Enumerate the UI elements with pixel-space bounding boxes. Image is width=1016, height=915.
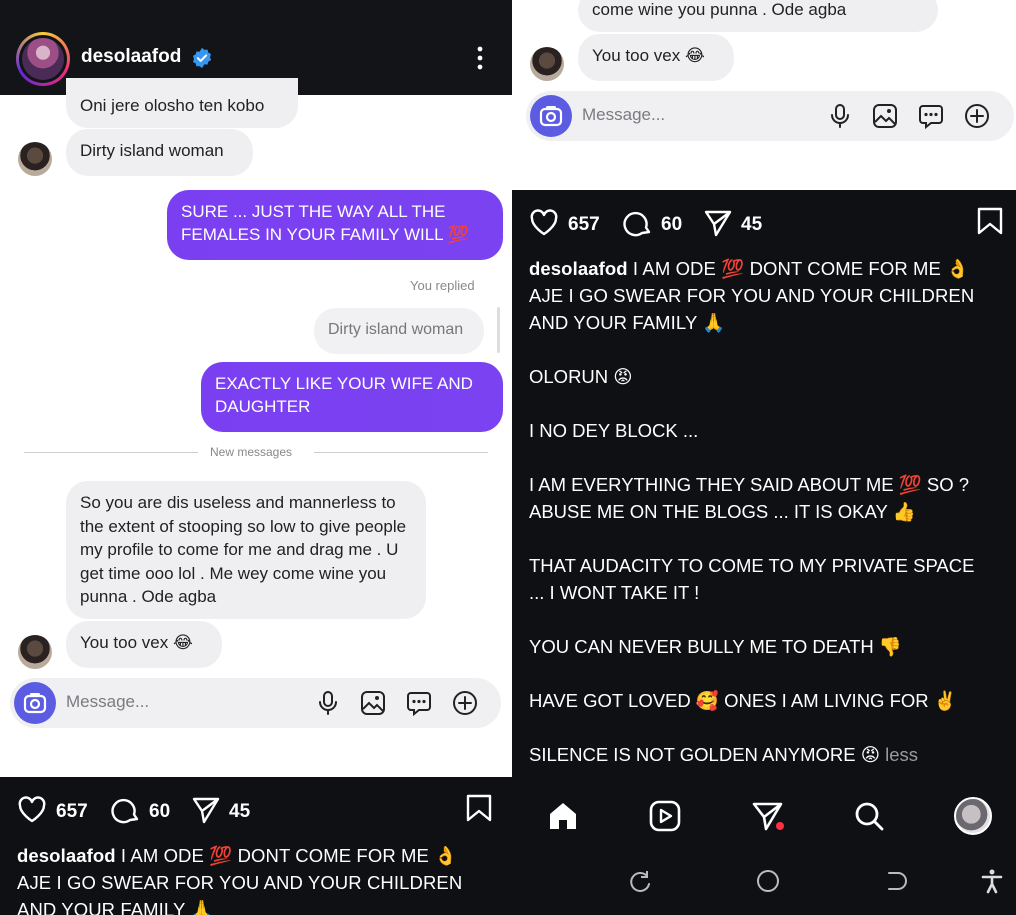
camera-icon bbox=[23, 693, 47, 714]
home-icon[interactable] bbox=[546, 799, 580, 833]
comment-icon[interactable] bbox=[111, 795, 141, 825]
camera-button[interactable] bbox=[14, 682, 56, 724]
sent-message-bubble: SURE ... JUST THE WAY ALL THE FEMALES IN… bbox=[167, 190, 503, 260]
like-count: 657 bbox=[56, 801, 88, 822]
message-bubble: So you are dis useless and mannerless to… bbox=[66, 481, 426, 619]
profile-avatar-nav[interactable] bbox=[954, 797, 992, 835]
like-icon[interactable] bbox=[17, 795, 47, 825]
like-icon[interactable] bbox=[529, 208, 559, 238]
sticker-icon[interactable] bbox=[917, 102, 945, 130]
caption-paragraph: I NO DEY BLOCK ... bbox=[529, 420, 699, 441]
sender-avatar[interactable] bbox=[18, 142, 52, 176]
message-bubble-cut: come wine you punna . Ode agba bbox=[578, 0, 938, 32]
message-input[interactable]: Message... bbox=[66, 692, 149, 712]
profile-avatar[interactable] bbox=[16, 32, 70, 86]
post-caption-area: 657 60 45 desolaafod I AM ODE 💯 DONT COM… bbox=[512, 190, 1016, 790]
caption-paragraph: I AM EVERYTHING THEY SAID ABOUT ME 💯 SO … bbox=[529, 474, 970, 522]
quoted-message[interactable]: Dirty island woman bbox=[314, 308, 484, 354]
divider-right bbox=[314, 452, 488, 453]
reels-icon[interactable] bbox=[648, 799, 682, 833]
right-screenshot: come wine you punna . Ode agba You too v… bbox=[512, 0, 1016, 915]
home-button-icon[interactable] bbox=[755, 868, 781, 894]
bookmark-icon[interactable] bbox=[464, 793, 494, 823]
header-username[interactable]: desolaafod bbox=[81, 46, 181, 68]
caption-paragraph: THAT AUDACITY TO COME TO MY PRIVATE SPAC… bbox=[529, 555, 975, 603]
share-count: 45 bbox=[229, 801, 251, 822]
back-button-icon[interactable] bbox=[883, 868, 909, 894]
message-bubble: You too vex 😂 bbox=[578, 34, 734, 81]
caption-paragraph: SILENCE IS NOT GOLDEN ANYMORE 😡 less bbox=[529, 741, 918, 768]
quote-bar bbox=[497, 307, 500, 353]
sticker-icon[interactable] bbox=[405, 689, 433, 717]
new-messages-label: New messages bbox=[210, 445, 293, 459]
message-bubble: Dirty island woman bbox=[66, 129, 253, 176]
post-caption: desolaafod I AM ODE 💯 DONT COME FOR ME 👌… bbox=[529, 255, 1009, 336]
caption-paragraph: HAVE GOT LOVED 🥰 ONES I AM LIVING FOR ✌️ bbox=[529, 690, 957, 711]
messages-icon[interactable] bbox=[751, 799, 785, 833]
caption-username[interactable]: desolaafod bbox=[17, 845, 116, 866]
divider-left bbox=[24, 452, 198, 453]
less-link[interactable]: less bbox=[885, 744, 918, 765]
recent-apps-icon[interactable] bbox=[627, 868, 653, 894]
gallery-icon[interactable] bbox=[871, 102, 899, 130]
message-composer: Message... bbox=[10, 678, 501, 728]
microphone-icon[interactable] bbox=[314, 689, 342, 717]
post-caption-area: 657 60 45 desolaafod I AM ODE 💯 DONT COM… bbox=[0, 777, 512, 915]
comment-count: 60 bbox=[149, 801, 171, 822]
caption-last-line: SILENCE IS NOT GOLDEN ANYMORE 😡 bbox=[529, 744, 880, 765]
sender-avatar[interactable] bbox=[530, 47, 564, 81]
camera-button[interactable] bbox=[530, 95, 572, 137]
share-icon[interactable] bbox=[191, 795, 221, 825]
comment-icon[interactable] bbox=[623, 208, 653, 238]
share-count: 45 bbox=[741, 214, 763, 235]
gallery-icon[interactable] bbox=[359, 689, 387, 717]
verified-badge-icon bbox=[192, 47, 212, 69]
bookmark-icon[interactable] bbox=[975, 206, 1005, 236]
caption-paragraph: OLORUN 😡 bbox=[529, 366, 633, 387]
post-caption: desolaafod I AM ODE 💯 DONT COME FOR ME 👌… bbox=[17, 842, 507, 915]
search-icon[interactable] bbox=[852, 799, 886, 833]
add-icon[interactable] bbox=[451, 689, 479, 717]
you-replied-label: You replied bbox=[410, 278, 475, 293]
message-input[interactable]: Message... bbox=[582, 105, 665, 125]
sender-avatar[interactable] bbox=[18, 635, 52, 669]
microphone-icon[interactable] bbox=[826, 102, 854, 130]
camera-icon bbox=[539, 106, 563, 127]
like-count: 657 bbox=[568, 214, 600, 235]
share-icon[interactable] bbox=[703, 208, 733, 238]
caption-paragraph: YOU CAN NEVER BULLY ME TO DEATH 👎 bbox=[529, 636, 902, 657]
caption-username[interactable]: desolaafod bbox=[529, 258, 628, 279]
message-composer: Message... bbox=[526, 91, 1014, 141]
bottom-navigation bbox=[512, 785, 1016, 915]
accessibility-icon[interactable] bbox=[979, 868, 1005, 894]
left-screenshot: desolaafod Oni jere olosho ten kobo Dirt… bbox=[0, 0, 512, 915]
message-bubble: You too vex 😂 bbox=[66, 621, 222, 668]
add-icon[interactable] bbox=[963, 102, 991, 130]
more-options-icon[interactable] bbox=[470, 44, 490, 72]
sent-message-bubble: EXACTLY LIKE YOUR WIFE AND DAUGHTER bbox=[201, 362, 503, 432]
message-bubble-cut: Oni jere olosho ten kobo bbox=[66, 78, 298, 128]
comment-count: 60 bbox=[661, 214, 683, 235]
